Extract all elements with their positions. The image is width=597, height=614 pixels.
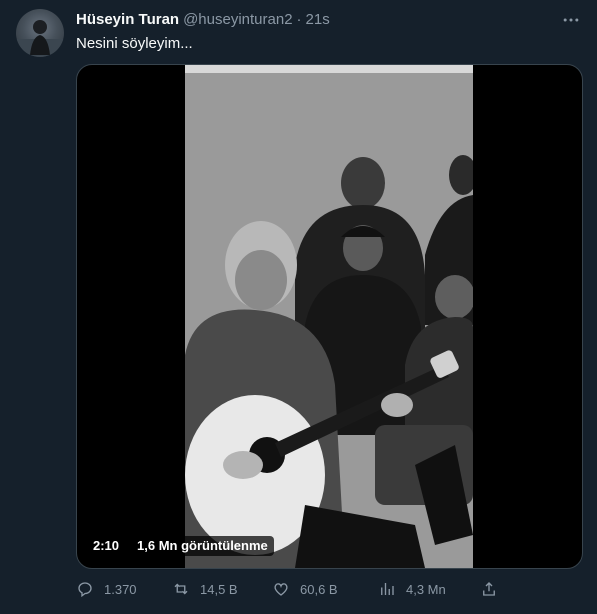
analytics-icon [381, 583, 394, 595]
retweet-icon [174, 583, 188, 595]
video-duration: 2:10 [87, 536, 126, 556]
like-button[interactable]: 60,6 B [272, 580, 338, 598]
avatar-image [16, 20, 64, 57]
video-overlay: 2:10 1,6 Mn görüntülenme [87, 536, 274, 556]
tweet-time[interactable]: 21s [306, 11, 330, 28]
share-icon [483, 582, 495, 596]
video-player[interactable]: 2:10 1,6 Mn görüntülenme [76, 64, 583, 569]
video-thumbnail [185, 65, 473, 568]
action-bar: 1.370 14,5 B 60,6 B 4,3 Mn [76, 580, 496, 602]
tweet-header: Hüseyin Turan @huseyinturan2 · 21s [76, 10, 557, 30]
tweet[interactable]: Hüseyin Turan @huseyinturan2 · 21s Nesini s… [0, 0, 597, 614]
reply-button[interactable]: 1.370 [76, 580, 137, 598]
video-views: 1,6 Mn görüntülenme [131, 536, 274, 556]
author-handle[interactable]: @huseyinturan2 [183, 11, 292, 28]
separator: · [296, 11, 302, 28]
retweet-button[interactable]: 14,5 B [172, 580, 238, 598]
share-button[interactable] [480, 580, 498, 598]
reply-count: 1.370 [104, 581, 137, 597]
author-name[interactable]: Hüseyin Turan [76, 11, 179, 28]
reply-icon [78, 582, 92, 598]
analytics-button[interactable]: 4,3 Mn [378, 580, 446, 598]
video-frame[interactable] [185, 65, 473, 568]
view-count: 4,3 Mn [406, 581, 446, 597]
tweet-text: Nesini söyleyim... [76, 35, 193, 52]
like-count: 60,6 B [300, 581, 338, 597]
avatar[interactable] [16, 9, 64, 57]
more-icon[interactable] [559, 8, 583, 32]
like-icon [274, 583, 288, 596]
retweet-count: 14,5 B [200, 581, 238, 597]
